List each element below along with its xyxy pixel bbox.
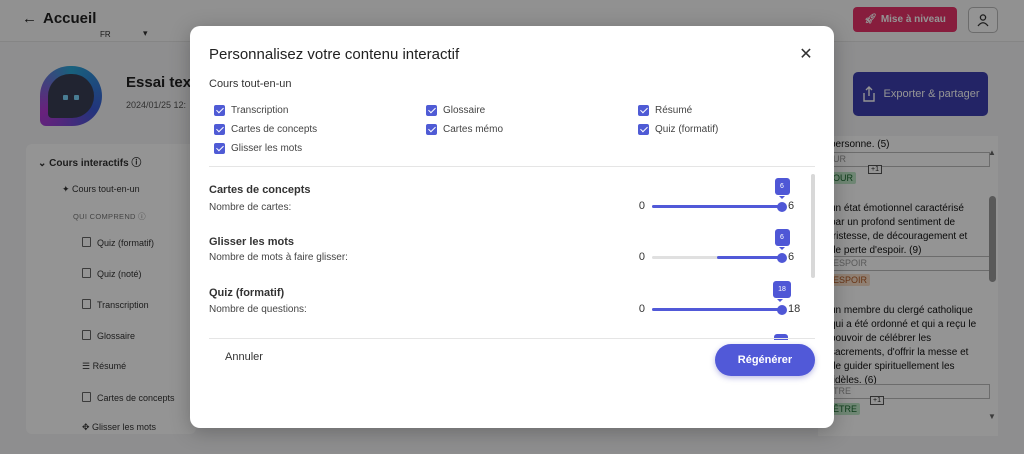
slider-title-glisser-mots: Glisser les mots <box>209 236 294 248</box>
divider <box>209 338 815 339</box>
slider-value-bubble: 18 <box>773 281 791 302</box>
checkbox-glisser-mots[interactable]: Glisser les mots <box>214 143 302 154</box>
checkbox-checked-icon[interactable] <box>214 124 225 135</box>
slider-min-label: 0 <box>638 251 645 263</box>
slider-cartes-concepts-fill <box>652 205 782 208</box>
checkbox-checked-icon[interactable] <box>638 105 649 116</box>
sliders-scrollbar[interactable] <box>811 174 815 278</box>
checkbox-transcription[interactable]: Transcription <box>214 105 288 116</box>
slider-max-label: 18 <box>788 303 801 315</box>
regenerate-button[interactable]: Régénérer <box>715 344 815 376</box>
slider-max-label: 6 <box>788 200 795 212</box>
checkbox-checked-icon[interactable] <box>426 124 437 135</box>
cancel-button[interactable]: Annuler <box>225 351 263 363</box>
slider-glisser-mots-fill <box>717 256 782 259</box>
slider-min-label: 0 <box>638 200 645 212</box>
slider-desc: Nombre de cartes: <box>209 202 292 213</box>
section-label: Cours tout-en-un <box>209 78 292 90</box>
slider-glisser-mots-thumb[interactable] <box>777 253 787 263</box>
slider-desc: Nombre de mots à faire glisser: <box>209 252 348 263</box>
checkbox-glossaire[interactable]: Glossaire <box>426 105 485 116</box>
slider-cartes-concepts-thumb[interactable] <box>777 202 787 212</box>
slider-title-quiz-formatif: Quiz (formatif) <box>209 287 285 299</box>
slider-value-bubble: 6 <box>774 229 790 250</box>
checkbox-checked-icon[interactable] <box>638 124 649 135</box>
checkbox-resume[interactable]: Résumé <box>638 105 692 116</box>
slider-title-cartes-concepts: Cartes de concepts <box>209 184 311 196</box>
slider-min-label: 0 <box>638 303 645 315</box>
checkbox-checked-icon[interactable] <box>214 143 225 154</box>
close-icon[interactable]: ✕ <box>797 46 815 64</box>
customize-content-dialog: Personnalisez votre contenu interactif ✕… <box>190 26 834 428</box>
divider <box>209 166 815 167</box>
slider-quiz-formatif-thumb[interactable] <box>777 305 787 315</box>
checkbox-checked-icon[interactable] <box>426 105 437 116</box>
slider-desc: Nombre de questions: <box>209 304 307 315</box>
slider-max-label: 6 <box>788 251 795 263</box>
checkbox-quiz-formatif[interactable]: Quiz (formatif) <box>638 124 718 135</box>
checkbox-checked-icon[interactable] <box>214 105 225 116</box>
next-slider-bubble <box>774 334 788 340</box>
checkbox-cartes-concepts[interactable]: Cartes de concepts <box>214 124 317 135</box>
dialog-title: Personnalisez votre contenu interactif <box>209 46 460 63</box>
checkbox-cartes-memo[interactable]: Cartes mémo <box>426 124 503 135</box>
slider-value-bubble: 6 <box>774 178 790 199</box>
slider-quiz-formatif-fill <box>652 308 782 311</box>
